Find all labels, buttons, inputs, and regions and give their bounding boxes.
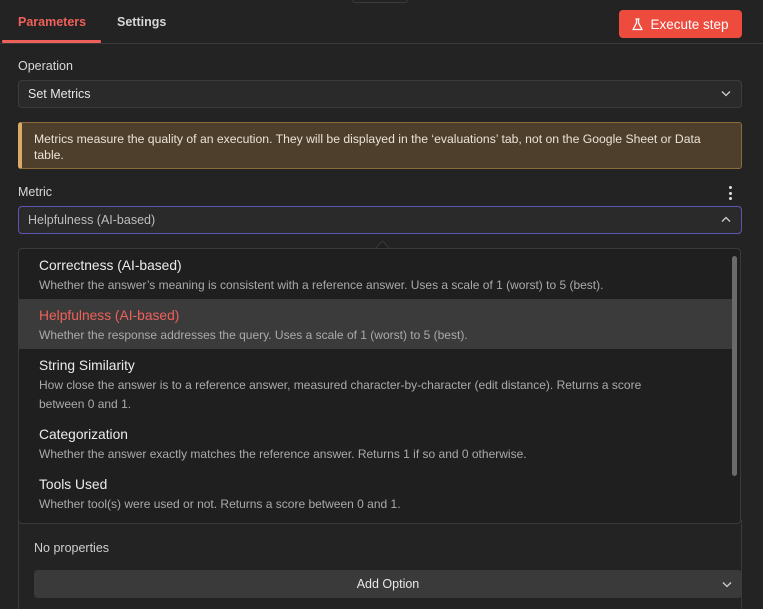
execute-step-label: Execute step	[650, 16, 729, 32]
tab-parameters[interactable]: Parameters	[18, 0, 86, 43]
metric-select[interactable]: Helpfulness (AI-based)	[18, 206, 742, 234]
kebab-menu-icon[interactable]	[726, 186, 734, 200]
option-description-line-2: between 0 and 1.	[39, 397, 132, 411]
operation-select[interactable]: Set Metrics	[18, 80, 742, 108]
add-option-label: Add Option	[356, 577, 420, 591]
metric-label: Metric	[18, 185, 53, 199]
option-categorization[interactable]: Categorization Whether the answer exactl…	[19, 418, 733, 468]
chevron-up-icon	[721, 216, 731, 222]
option-description: Whether the answer exactly matches the r…	[39, 447, 527, 461]
no-properties-text: No properties	[34, 541, 110, 555]
operation-value: Set Metrics	[28, 87, 91, 101]
option-title: Categorization	[39, 427, 128, 442]
option-title: Correctness (AI-based)	[39, 258, 182, 273]
option-description: Whether tool(s) were used or not. Return…	[39, 497, 401, 511]
metrics-notice: Metrics measure the quality of an execut…	[18, 122, 742, 169]
chevron-down-icon	[722, 582, 732, 588]
option-correctness[interactable]: Correctness (AI-based) Whether the answe…	[19, 249, 733, 299]
option-string-similarity[interactable]: String Similarity How close the answer i…	[19, 349, 733, 418]
execute-step-button[interactable]: Execute step	[619, 10, 742, 38]
option-tools-used[interactable]: Tools Used Whether tool(s) were used or …	[19, 468, 733, 518]
chevron-down-icon	[721, 91, 731, 97]
active-tab-indicator	[2, 40, 101, 43]
metric-value: Helpfulness (AI-based)	[28, 213, 156, 227]
option-description: Whether the response addresses the query…	[39, 328, 468, 342]
operation-label: Operation	[18, 59, 73, 73]
notice-text: Metrics measure the quality of an execut…	[34, 132, 701, 162]
flask-icon	[632, 17, 644, 30]
dropdown-scrollbar[interactable]	[732, 256, 737, 476]
option-description: Whether the answer’s meaning is consiste…	[39, 278, 604, 292]
dropdown-caret	[376, 240, 389, 248]
option-title: Tools Used	[39, 477, 108, 492]
option-title: String Similarity	[39, 358, 135, 373]
add-option-button[interactable]: Add Option	[34, 570, 742, 598]
option-helpfulness[interactable]: Helpfulness (AI-based) Whether the respo…	[19, 299, 733, 349]
metric-dropdown: Correctness (AI-based) Whether the answe…	[18, 248, 741, 524]
option-description-line-1: How close the answer is to a reference a…	[39, 378, 642, 392]
drag-handle[interactable]	[352, 0, 408, 3]
tab-settings[interactable]: Settings	[117, 0, 166, 43]
option-title: Helpfulness (AI-based)	[39, 308, 180, 323]
panel-header: Parameters Settings Execute step	[0, 0, 763, 44]
